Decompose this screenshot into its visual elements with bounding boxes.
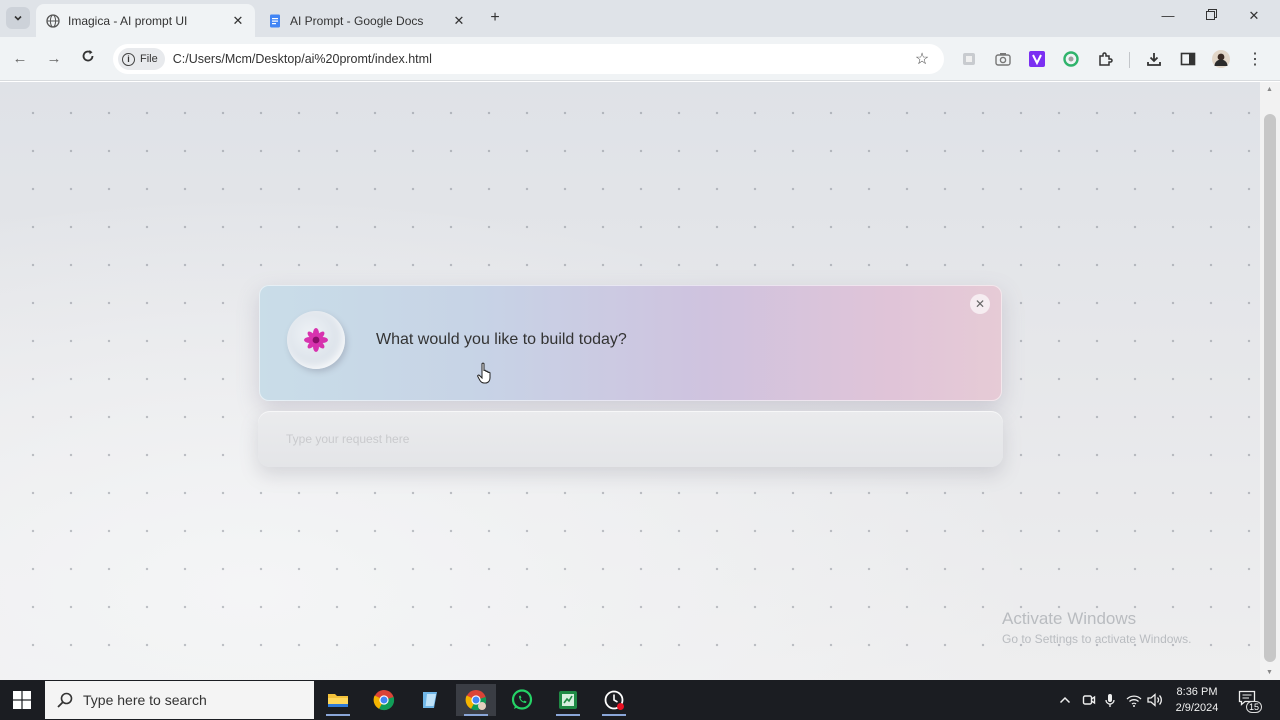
notepad-app-icon[interactable] — [410, 684, 450, 716]
scroll-down-icon[interactable]: ▼ — [1266, 669, 1273, 676]
prompt-card: What would you like to build today? ✕ — [259, 285, 1002, 401]
tab-close-icon[interactable]: ✕ — [452, 13, 466, 29]
tab-google-docs[interactable]: AI Prompt - Google Docs ✕ — [258, 4, 476, 37]
excel-app-icon[interactable] — [548, 684, 588, 716]
ai-orb-avatar — [287, 311, 345, 369]
url-text[interactable]: C:/Users/Mcm/Desktop/ai%20promt/index.ht… — [173, 52, 912, 66]
green-extension-icon[interactable] — [1062, 50, 1080, 68]
flower-icon — [304, 328, 328, 352]
back-arrow-icon[interactable]: ← — [10, 49, 30, 69]
extension-puzzle-grey-icon[interactable] — [960, 50, 978, 68]
watermark-title: Activate Windows — [1002, 609, 1137, 628]
watermark-subtitle: Go to Settings to activate Windows. — [1002, 632, 1192, 646]
minimize-icon[interactable]: — — [1156, 8, 1180, 28]
tab-title: Imagica - AI prompt UI — [68, 13, 188, 28]
whatsapp-icon[interactable] — [502, 684, 542, 716]
close-icon[interactable]: ✕ — [970, 294, 990, 314]
notification-center-icon[interactable]: 15 — [1238, 690, 1262, 713]
search-placeholder: Type here to search — [83, 692, 207, 708]
restore-icon[interactable] — [1199, 8, 1223, 28]
active-indicator — [464, 714, 488, 716]
browser-menu-icon[interactable]: ⋮ — [1246, 50, 1264, 68]
meet-now-icon[interactable] — [1080, 690, 1098, 710]
download-icon[interactable] — [1145, 50, 1163, 68]
chevron-down-icon — [14, 15, 22, 21]
bookmark-star-icon[interactable]: ☆ — [912, 49, 932, 69]
prompt-title: What would you like to build today? — [376, 331, 627, 348]
page-viewport: What would you like to build today? ✕ Ac… — [0, 82, 1260, 680]
clock-app-icon[interactable] — [594, 684, 634, 716]
active-indicator — [556, 714, 580, 716]
scroll-up-icon[interactable]: ▲ — [1266, 86, 1273, 93]
tab-imagica[interactable]: Imagica - AI prompt UI ✕ — [36, 4, 255, 37]
tab-close-icon[interactable]: ✕ — [231, 13, 245, 29]
chrome-profile-icon[interactable] — [456, 684, 496, 716]
browser-toolbar: ← → i File C:/Users/Mcm/Desktop/ai%20pro… — [0, 37, 1280, 81]
system-clock[interactable]: 8:36 PM 2/9/2024 — [1170, 684, 1224, 716]
scroll-thumb[interactable] — [1264, 114, 1276, 662]
windows-start-icon[interactable] — [12, 690, 32, 710]
prompt-input[interactable] — [286, 427, 966, 451]
active-indicator — [326, 714, 350, 716]
wifi-icon[interactable] — [1125, 690, 1143, 710]
profile-avatar[interactable] — [1212, 50, 1230, 68]
forward-arrow-icon[interactable]: → — [44, 49, 64, 69]
taskbar-search-box[interactable]: Type here to search — [45, 681, 314, 719]
new-tab-plus-icon[interactable]: + — [486, 9, 504, 27]
globe-icon — [46, 13, 60, 28]
clock-date: 2/9/2024 — [1175, 702, 1219, 714]
activate-windows-watermark: Activate Windows Go to Settings to activ… — [1002, 609, 1191, 646]
tab-title: AI Prompt - Google Docs — [290, 13, 424, 28]
windows-taskbar: Type here to search 8:36 PM 2/9/2024 15 — [0, 680, 1280, 720]
microphone-icon[interactable] — [1102, 690, 1118, 710]
tray-chevron-up-icon[interactable] — [1057, 690, 1073, 710]
clock-time: 8:36 PM — [1176, 686, 1218, 698]
chrome-icon[interactable] — [364, 684, 404, 716]
address-bar[interactable]: i File C:/Users/Mcm/Desktop/ai%20promt/i… — [113, 44, 944, 74]
side-panel-icon[interactable] — [1179, 50, 1197, 68]
reload-icon[interactable] — [78, 49, 98, 69]
extensions-puzzle-icon[interactable] — [1096, 50, 1114, 68]
v-extension-icon[interactable] — [1028, 50, 1046, 68]
hand-cursor-icon — [477, 362, 491, 384]
file-explorer-icon[interactable] — [318, 684, 358, 716]
google-docs-icon — [270, 14, 280, 27]
tab-strip: Imagica - AI prompt UI ✕ AI Prompt - Goo… — [0, 0, 1280, 37]
page-scrollbar[interactable]: ▲ ▼ — [1260, 82, 1280, 680]
search-icon — [57, 692, 73, 708]
toolbar-divider — [1129, 52, 1130, 68]
site-info-label: File — [140, 53, 158, 65]
volume-icon[interactable] — [1146, 690, 1164, 710]
active-indicator — [602, 714, 626, 716]
site-info-chip[interactable]: i File — [118, 48, 165, 70]
prompt-input-container — [258, 411, 1003, 467]
notification-count-badge: 15 — [1245, 701, 1262, 713]
info-icon: i — [122, 52, 135, 66]
tab-search-button[interactable] — [6, 7, 30, 29]
window-close-icon[interactable]: ✕ — [1242, 8, 1266, 28]
camera-icon[interactable] — [994, 50, 1012, 68]
